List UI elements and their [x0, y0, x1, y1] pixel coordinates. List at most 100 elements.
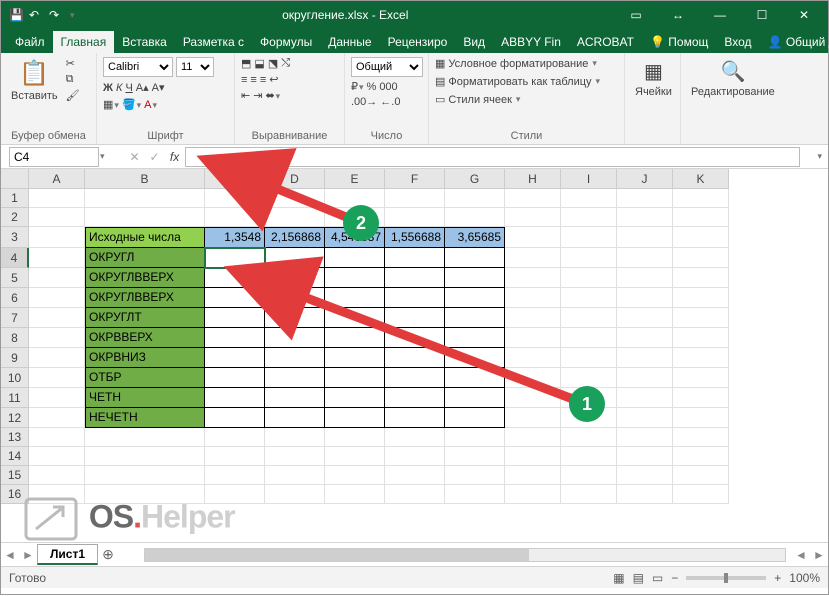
zoom-out-button[interactable]: − — [671, 571, 678, 585]
cell-A3[interactable] — [29, 227, 85, 248]
cell-D8[interactable] — [265, 328, 325, 348]
cell-D5[interactable] — [265, 268, 325, 288]
underline-button[interactable]: Ч — [125, 82, 132, 94]
worksheet-area[interactable]: ABCDEFGHIJK123Исходные числа1,35482,1568… — [1, 169, 828, 542]
close-button[interactable]: ✕ — [784, 2, 824, 28]
cell-E12[interactable] — [325, 408, 385, 428]
maximize-button[interactable]: ☐ — [742, 2, 782, 28]
row-header-6[interactable]: 6 — [1, 288, 29, 308]
cell-J5[interactable] — [617, 268, 673, 288]
cells-button[interactable]: ▦Ячейки — [631, 57, 676, 100]
cell-F16[interactable] — [385, 485, 445, 504]
cell-G13[interactable] — [445, 428, 505, 447]
cell-F1[interactable] — [385, 189, 445, 208]
font-decrease-icon[interactable]: A▾ — [152, 81, 165, 94]
cell-E13[interactable] — [325, 428, 385, 447]
cell-D4[interactable] — [265, 248, 325, 268]
cell-E8[interactable] — [325, 328, 385, 348]
cell-K16[interactable] — [673, 485, 729, 504]
formula-input[interactable] — [185, 147, 801, 167]
cell-G3[interactable]: 3,65685 — [445, 227, 505, 248]
cell-H6[interactable] — [505, 288, 561, 308]
cell-F13[interactable] — [385, 428, 445, 447]
undo-icon[interactable]: ↶ — [29, 8, 43, 22]
row-header-13[interactable]: 13 — [1, 428, 29, 447]
cell-F14[interactable] — [385, 447, 445, 466]
cell-G7[interactable] — [445, 308, 505, 328]
col-header-D[interactable]: D — [265, 169, 325, 189]
align-top-icon[interactable]: ⬒ — [241, 57, 251, 70]
tab-abbyy[interactable]: ABBYY Fin — [493, 31, 569, 53]
zoom-slider[interactable] — [686, 576, 766, 580]
cell-C8[interactable] — [205, 328, 265, 348]
cell-K14[interactable] — [673, 447, 729, 466]
view-normal-icon[interactable]: ▦ — [613, 571, 624, 585]
cell-F8[interactable] — [385, 328, 445, 348]
font-size-select[interactable]: 11 — [176, 57, 214, 77]
tab-home[interactable]: Главная — [53, 31, 115, 53]
tab-file[interactable]: Файл — [7, 31, 53, 53]
cell-F3[interactable]: 1,556688 — [385, 227, 445, 248]
cell-D2[interactable] — [265, 208, 325, 227]
tab-data[interactable]: Данные — [320, 31, 379, 53]
number-format-select[interactable]: Общий — [351, 57, 423, 77]
dec-increase-icon[interactable]: .00→ — [351, 96, 377, 108]
cell-D12[interactable] — [265, 408, 325, 428]
cell-A14[interactable] — [29, 447, 85, 466]
enter-formula-button[interactable]: ✓ — [145, 147, 165, 167]
cell-F5[interactable] — [385, 268, 445, 288]
cell-E10[interactable] — [325, 368, 385, 388]
cell-A9[interactable] — [29, 348, 85, 368]
cut-icon[interactable]: ✂ — [66, 57, 80, 70]
cell-F6[interactable] — [385, 288, 445, 308]
cell-C13[interactable] — [205, 428, 265, 447]
borders-icon[interactable]: ▦▾ — [103, 98, 119, 111]
tab-signin[interactable]: Вход — [716, 31, 759, 53]
zoom-level[interactable]: 100% — [789, 571, 820, 585]
cell-C12[interactable] — [205, 408, 265, 428]
cell-I6[interactable] — [561, 288, 617, 308]
cell-I10[interactable] — [561, 368, 617, 388]
cell-K13[interactable] — [673, 428, 729, 447]
format-painter-icon[interactable]: 🖌 — [66, 89, 80, 102]
wrap-text-icon[interactable]: ↩ — [269, 73, 278, 86]
row-header-8[interactable]: 8 — [1, 328, 29, 348]
cell-A12[interactable] — [29, 408, 85, 428]
cell-E6[interactable] — [325, 288, 385, 308]
cell-C16[interactable] — [205, 485, 265, 504]
cell-J1[interactable] — [617, 189, 673, 208]
cell-E2[interactable] — [325, 208, 385, 227]
row-header-14[interactable]: 14 — [1, 447, 29, 466]
cell-H9[interactable] — [505, 348, 561, 368]
align-center-icon[interactable]: ≡ — [250, 74, 256, 86]
cell-G6[interactable] — [445, 288, 505, 308]
cell-A11[interactable] — [29, 388, 85, 408]
tab-review[interactable]: Рецензиро — [380, 31, 456, 53]
cell-D3[interactable]: 2,156868 — [265, 227, 325, 248]
col-header-I[interactable]: I — [561, 169, 617, 189]
cell-styles-icon[interactable]: ▭ — [435, 93, 445, 106]
cell-H10[interactable] — [505, 368, 561, 388]
name-box[interactable] — [9, 147, 99, 167]
cell-J6[interactable] — [617, 288, 673, 308]
cell-D16[interactable] — [265, 485, 325, 504]
cell-H15[interactable] — [505, 466, 561, 485]
sheet-tab-1[interactable]: Лист1 — [37, 544, 98, 565]
cell-D10[interactable] — [265, 368, 325, 388]
cell-B3[interactable]: Исходные числа — [85, 227, 205, 248]
cell-E11[interactable] — [325, 388, 385, 408]
align-right-icon[interactable]: ≡ — [260, 74, 266, 86]
add-sheet-button[interactable]: ⊕ — [98, 546, 118, 563]
cell-I3[interactable] — [561, 227, 617, 248]
align-bottom-icon[interactable]: ⬔ — [268, 57, 278, 70]
paste-button[interactable]: 📋 Вставить — [7, 57, 62, 104]
col-header-F[interactable]: F — [385, 169, 445, 189]
sheet-nav-prev[interactable]: ◄ — [1, 548, 19, 562]
cell-B10[interactable]: ОТБР — [85, 368, 205, 388]
row-header-5[interactable]: 5 — [1, 268, 29, 288]
cell-K8[interactable] — [673, 328, 729, 348]
cell-B6[interactable]: ОКРУГЛВВЕРХ — [85, 288, 205, 308]
conditional-format-button[interactable]: Условное форматирование — [448, 58, 588, 70]
cell-F12[interactable] — [385, 408, 445, 428]
cell-F15[interactable] — [385, 466, 445, 485]
